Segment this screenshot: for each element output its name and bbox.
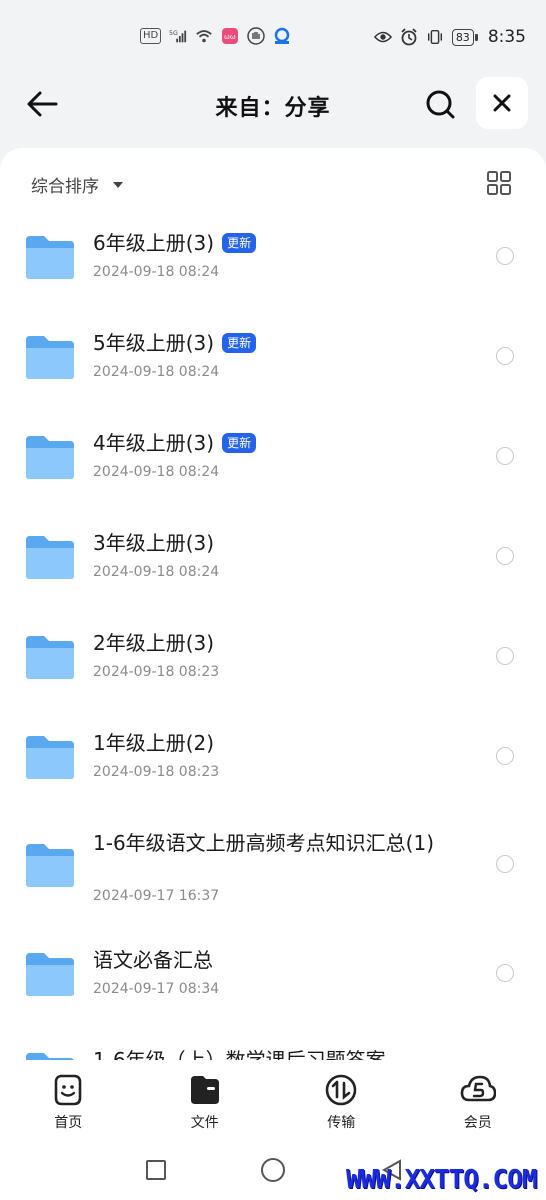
list-item[interactable]: 1-6年级语文上册高频考点知识汇总(1) 2024-09-17 16:37 — [0, 808, 546, 925]
file-name-row: 1-6年级语文上册高频考点知识汇总(1) — [93, 830, 438, 856]
transfer-icon — [325, 1074, 357, 1106]
folder-icon — [26, 436, 74, 479]
file-date: 2024-09-18 08:24 — [93, 564, 220, 580]
file-name-row: 1年级上册(2) — [93, 730, 443, 756]
grid-view-button[interactable] — [486, 170, 512, 196]
nav-home-label: 首页 — [54, 1115, 83, 1131]
folder-icon — [26, 536, 74, 579]
file-date: 2024-09-17 16:37 — [93, 888, 220, 904]
file-name: 1年级上册(2) — [93, 731, 215, 755]
nav-vip[interactable]: 会员 — [410, 1060, 546, 1140]
file-date: 2024-09-18 08:24 — [93, 464, 220, 480]
file-date: 2024-09-18 08:23 — [93, 664, 220, 680]
file-list-card: 综合排序 6年级上册(3) 更新 2024-09-18 08:24 5年级上册(… — [0, 148, 546, 1068]
file-name: 2年级上册(3) — [93, 631, 215, 655]
wifi-icon — [195, 27, 213, 45]
nav-files[interactable]: 文件 — [137, 1060, 274, 1140]
file-date: 2024-09-18 08:24 — [93, 364, 220, 380]
select-radio[interactable] — [496, 747, 514, 765]
signal-icon: 5G — [169, 27, 187, 45]
page-title: 来自：分享 — [215, 96, 331, 121]
search-button[interactable] — [420, 84, 460, 124]
caret-down-icon — [113, 181, 123, 188]
hand-notification-icon — [247, 27, 265, 45]
update-badge: 更新 — [222, 433, 257, 453]
list-item[interactable]: 6年级上册(3) 更新 2024-09-18 08:24 — [0, 208, 546, 308]
status-left-icons: HD 5G ωω — [140, 27, 291, 45]
grid-view-icon — [487, 171, 511, 195]
home-button[interactable] — [261, 1158, 285, 1182]
file-name-row: 5年级上册(3) 更新 — [93, 330, 443, 356]
recent-apps-button[interactable] — [146, 1160, 166, 1180]
folder-icon — [26, 953, 74, 996]
file-name: 3年级上册(3) — [93, 531, 215, 555]
sort-dropdown[interactable]: 综合排序 — [31, 172, 123, 197]
5g-label: 5G — [169, 30, 178, 37]
file-name-row: 6年级上册(3) 更新 — [93, 230, 443, 256]
status-time: 8:35 — [487, 27, 526, 47]
file-name: 语文必备汇总 — [93, 948, 213, 972]
file-name-row: 语文必备汇总 — [93, 947, 443, 973]
file-name-row: 2年级上册(3) — [93, 630, 443, 656]
header: 来自：分享 — [0, 76, 546, 132]
folder-icon — [26, 636, 74, 679]
file-name: 4年级上册(3) — [93, 431, 215, 455]
select-radio[interactable] — [496, 855, 514, 873]
select-radio[interactable] — [496, 964, 514, 982]
nav-transfer[interactable]: 传输 — [273, 1060, 410, 1140]
c-app-notification-icon — [273, 27, 291, 45]
file-name: 6年级上册(3) — [93, 231, 215, 255]
battery-indicator: 83 — [451, 28, 478, 46]
vibrate-icon — [426, 28, 444, 46]
select-radio[interactable] — [496, 647, 514, 665]
search-icon — [426, 90, 455, 119]
status-bar: HD 5G ωω 83 8:35 — [0, 0, 546, 76]
select-radio[interactable] — [496, 547, 514, 565]
file-date: 2024-09-18 08:23 — [93, 764, 220, 780]
update-badge: 更新 — [222, 333, 257, 353]
select-radio[interactable] — [496, 247, 514, 265]
sort-label: 综合排序 — [31, 177, 99, 197]
alarm-icon — [400, 28, 418, 46]
close-button[interactable] — [476, 77, 528, 129]
watermark: WWW.XXTTQ.COM — [346, 1165, 537, 1195]
nav-home[interactable]: 首页 — [0, 1060, 137, 1140]
file-name-row: 3年级上册(3) — [93, 530, 443, 556]
list-item[interactable]: 1年级上册(2) 2024-09-18 08:23 — [0, 708, 546, 808]
nav-vip-label: 会员 — [463, 1115, 492, 1131]
file-list: 6年级上册(3) 更新 2024-09-18 08:24 5年级上册(3) 更新… — [0, 208, 546, 1068]
page: HD 5G ωω 83 8:35 来自：分享 综合排序 6年级上册(3) 更新 … — [0, 0, 546, 1200]
status-right-icons: 83 8:35 — [373, 27, 526, 47]
update-badge: 更新 — [222, 233, 257, 253]
hd-indicator: HD — [140, 28, 162, 44]
file-name-row: 4年级上册(3) 更新 — [93, 430, 443, 456]
file-name: 5年级上册(3) — [93, 331, 215, 355]
select-radio[interactable] — [496, 447, 514, 465]
folder-icon — [26, 844, 74, 887]
svg-text:ωω: ωω — [224, 33, 236, 41]
list-item[interactable]: 语文必备汇总 2024-09-17 08:34 — [0, 925, 546, 1025]
file-date: 2024-09-18 08:24 — [93, 264, 220, 280]
home-face-icon — [54, 1074, 82, 1106]
folder-icon — [26, 336, 74, 379]
folder-file-icon — [190, 1076, 219, 1104]
file-date: 2024-09-17 08:34 — [93, 981, 220, 997]
file-name: 1-6年级语文上册高频考点知识汇总(1) — [93, 831, 434, 855]
select-radio[interactable] — [496, 347, 514, 365]
list-item[interactable]: 3年级上册(3) 2024-09-18 08:24 — [0, 508, 546, 608]
app-notification-icon: ωω — [221, 27, 239, 45]
close-icon — [493, 94, 511, 112]
folder-icon — [26, 236, 74, 279]
folder-icon — [26, 736, 74, 779]
nav-transfer-label: 传输 — [327, 1115, 356, 1131]
list-item[interactable]: 4年级上册(3) 更新 2024-09-18 08:24 — [0, 408, 546, 508]
vip-cloud-icon — [460, 1075, 496, 1102]
bottom-nav: 首页 文件 传输 会员 — [0, 1060, 546, 1140]
list-item[interactable]: 5年级上册(3) 更新 2024-09-18 08:24 — [0, 308, 546, 408]
eye-icon — [373, 28, 392, 46]
nav-files-label: 文件 — [190, 1115, 219, 1131]
list-item[interactable]: 2年级上册(3) 2024-09-18 08:23 — [0, 608, 546, 708]
